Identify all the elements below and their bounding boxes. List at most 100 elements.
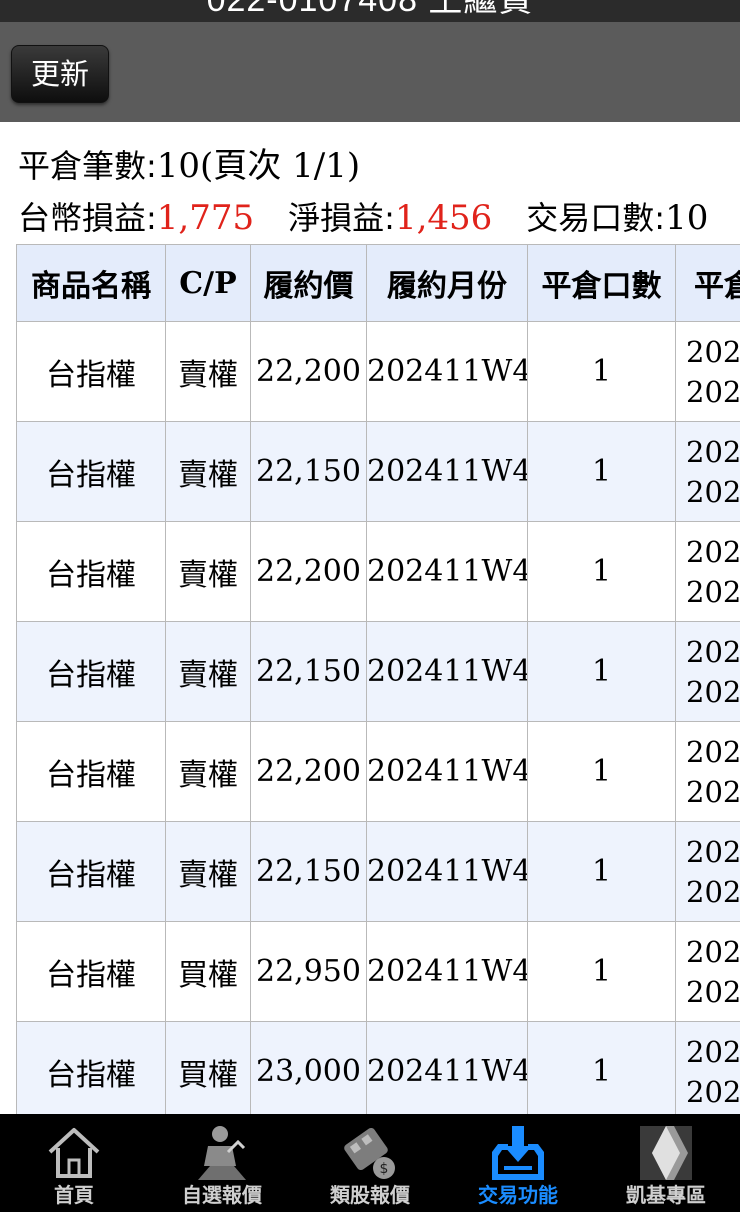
cell-month: 202411W4 bbox=[366, 621, 528, 722]
cell-cp: 賣權 bbox=[165, 821, 251, 922]
cell-lots: 1 bbox=[527, 821, 676, 922]
cell-cp: 賣權 bbox=[165, 521, 251, 622]
col-header-strike: 履約價 bbox=[250, 244, 367, 322]
cell-cp: 賣權 bbox=[165, 721, 251, 822]
nav-trading-label: 交易功能 bbox=[478, 1183, 558, 1207]
cell-date-line1: 2024 bbox=[686, 334, 740, 369]
col-header-close-lots: 平倉口數 bbox=[527, 244, 676, 322]
cell-date-line1: 2024 bbox=[686, 934, 740, 969]
cell-product: 台指權 bbox=[16, 721, 166, 822]
nav-sector-quotes[interactable]: $ 類股報價 bbox=[296, 1114, 444, 1212]
cell-strike: 23,000 bbox=[250, 1021, 367, 1114]
col-header-month: 履約月份 bbox=[366, 244, 528, 322]
cell-strike: 22,950 bbox=[250, 921, 367, 1022]
refresh-button[interactable]: 更新 bbox=[11, 45, 109, 103]
lots-label: 交易口數: bbox=[526, 199, 666, 237]
close-count-line: 平倉筆數:10(頁次 1/1) bbox=[18, 140, 740, 192]
cell-date-line1: 2024 bbox=[686, 834, 740, 869]
cell-month: 202411W4 bbox=[366, 521, 528, 622]
toolbar: 更新 bbox=[0, 22, 740, 122]
cell-product: 台指權 bbox=[16, 621, 166, 722]
table-row: 台指權 賣權 22,150 202411W4 1 2024 2024 bbox=[16, 821, 740, 922]
net-pl-label: 淨損益: bbox=[288, 199, 395, 237]
cell-date-line1: 2024 bbox=[686, 534, 740, 569]
download-tray-icon bbox=[492, 1126, 544, 1180]
table-row: 台指權 賣權 22,200 202411W4 1 2024 2024 bbox=[16, 521, 740, 622]
svg-text:$: $ bbox=[380, 1161, 389, 1177]
cell-lots: 1 bbox=[527, 421, 676, 522]
film-money-icon: $ bbox=[344, 1127, 395, 1179]
pl-line: 台幣損益:1,775 淨損益:1,456 交易口數:10 bbox=[18, 192, 740, 244]
cell-lots: 1 bbox=[527, 921, 676, 1022]
cell-date: 2024 2024 bbox=[675, 321, 740, 422]
lots-value: 10 bbox=[665, 198, 709, 238]
cell-lots: 1 bbox=[527, 1021, 676, 1114]
cell-date: 2024 2024 bbox=[675, 621, 740, 722]
cell-date-line2: 2024 bbox=[686, 774, 740, 809]
closed-positions-table-container[interactable]: 商品名稱 C/P 履約價 履約月份 平倉口數 平倉 台指權 賣權 22,200 … bbox=[16, 244, 740, 1114]
nav-watchlist[interactable]: 自選報價 bbox=[148, 1114, 296, 1212]
cell-date-line2: 2024 bbox=[686, 574, 740, 609]
table-row: 台指權 賣權 22,200 202411W4 1 2024 2024 bbox=[16, 321, 740, 422]
col-header-cp: C/P bbox=[165, 244, 251, 322]
table-row: 台指權 買權 23,000 202411W4 1 2024 2024 bbox=[16, 1021, 740, 1114]
cell-strike: 22,200 bbox=[250, 521, 367, 622]
cell-date: 2024 2024 bbox=[675, 521, 740, 622]
cell-month: 202411W4 bbox=[366, 321, 528, 422]
cell-date-line2: 2024 bbox=[686, 674, 740, 709]
cell-date-line1: 2024 bbox=[686, 634, 740, 669]
home-icon bbox=[48, 1128, 100, 1178]
cell-date-line2: 2024 bbox=[686, 974, 740, 1009]
cell-date-line1: 2024 bbox=[686, 1034, 740, 1069]
nav-home-label: 首頁 bbox=[54, 1183, 94, 1207]
cell-month: 202411W4 bbox=[366, 421, 528, 522]
cell-cp: 買權 bbox=[165, 1021, 251, 1114]
cell-strike: 22,200 bbox=[250, 721, 367, 822]
cell-product: 台指權 bbox=[16, 321, 166, 422]
cell-product: 台指權 bbox=[16, 821, 166, 922]
table-row: 台指權 買權 22,950 202411W4 1 2024 2024 bbox=[16, 921, 740, 1022]
cell-lots: 1 bbox=[527, 521, 676, 622]
cell-cp: 賣權 bbox=[165, 321, 251, 422]
closed-positions-table: 商品名稱 C/P 履約價 履約月份 平倉口數 平倉 台指權 賣權 22,200 … bbox=[16, 244, 740, 1114]
status-strip: 022-0107408 王繼賢 bbox=[0, 0, 740, 22]
cell-date: 2024 2024 bbox=[675, 921, 740, 1022]
kgi-logo-icon bbox=[640, 1126, 692, 1180]
cell-product: 台指權 bbox=[16, 1021, 166, 1114]
cell-strike: 22,150 bbox=[250, 421, 367, 522]
cell-cp: 買權 bbox=[165, 921, 251, 1022]
nav-watchlist-label: 自選報價 bbox=[182, 1183, 262, 1207]
twd-pl-label: 台幣損益: bbox=[18, 199, 157, 237]
close-count-value: 10(頁次 1/1) bbox=[156, 146, 361, 186]
cell-cp: 賣權 bbox=[165, 621, 251, 722]
cell-strike: 22,150 bbox=[250, 621, 367, 722]
cell-date-line2: 2024 bbox=[686, 1074, 740, 1109]
nav-kgi-zone[interactable]: 凱基專區 bbox=[592, 1114, 740, 1212]
cell-strike: 22,200 bbox=[250, 321, 367, 422]
cell-product: 台指權 bbox=[16, 521, 166, 622]
cell-date: 2024 2024 bbox=[675, 1021, 740, 1114]
cell-cp: 賣權 bbox=[165, 421, 251, 522]
net-pl-value: 1,456 bbox=[394, 198, 493, 238]
cell-lots: 1 bbox=[527, 721, 676, 822]
cell-date: 2024 2024 bbox=[675, 821, 740, 922]
twd-pl-value: 1,775 bbox=[156, 198, 255, 238]
cell-month: 202411W4 bbox=[366, 821, 528, 922]
cell-date-line2: 2024 bbox=[686, 374, 740, 409]
table-row: 台指權 賣權 22,150 202411W4 1 2024 2024 bbox=[16, 421, 740, 522]
cell-strike: 22,150 bbox=[250, 821, 367, 922]
table-row: 台指權 賣權 22,200 202411W4 1 2024 2024 bbox=[16, 721, 740, 822]
nav-kgi-zone-label: 凱基專區 bbox=[626, 1183, 706, 1207]
cell-product: 台指權 bbox=[16, 921, 166, 1022]
table-header-row: 商品名稱 C/P 履約價 履約月份 平倉口數 平倉 bbox=[16, 244, 740, 322]
nav-trading[interactable]: 交易功能 bbox=[444, 1114, 592, 1212]
cell-month: 202411W4 bbox=[366, 721, 528, 822]
cell-date-line2: 2024 bbox=[686, 874, 740, 909]
cell-product: 台指權 bbox=[16, 421, 166, 522]
nav-home[interactable]: 首頁 bbox=[0, 1114, 148, 1212]
col-header-close-date: 平倉 bbox=[675, 244, 740, 322]
cell-date: 2024 2024 bbox=[675, 721, 740, 822]
cell-lots: 1 bbox=[527, 321, 676, 422]
cell-month: 202411W4 bbox=[366, 1021, 528, 1114]
col-header-product: 商品名稱 bbox=[16, 244, 166, 322]
